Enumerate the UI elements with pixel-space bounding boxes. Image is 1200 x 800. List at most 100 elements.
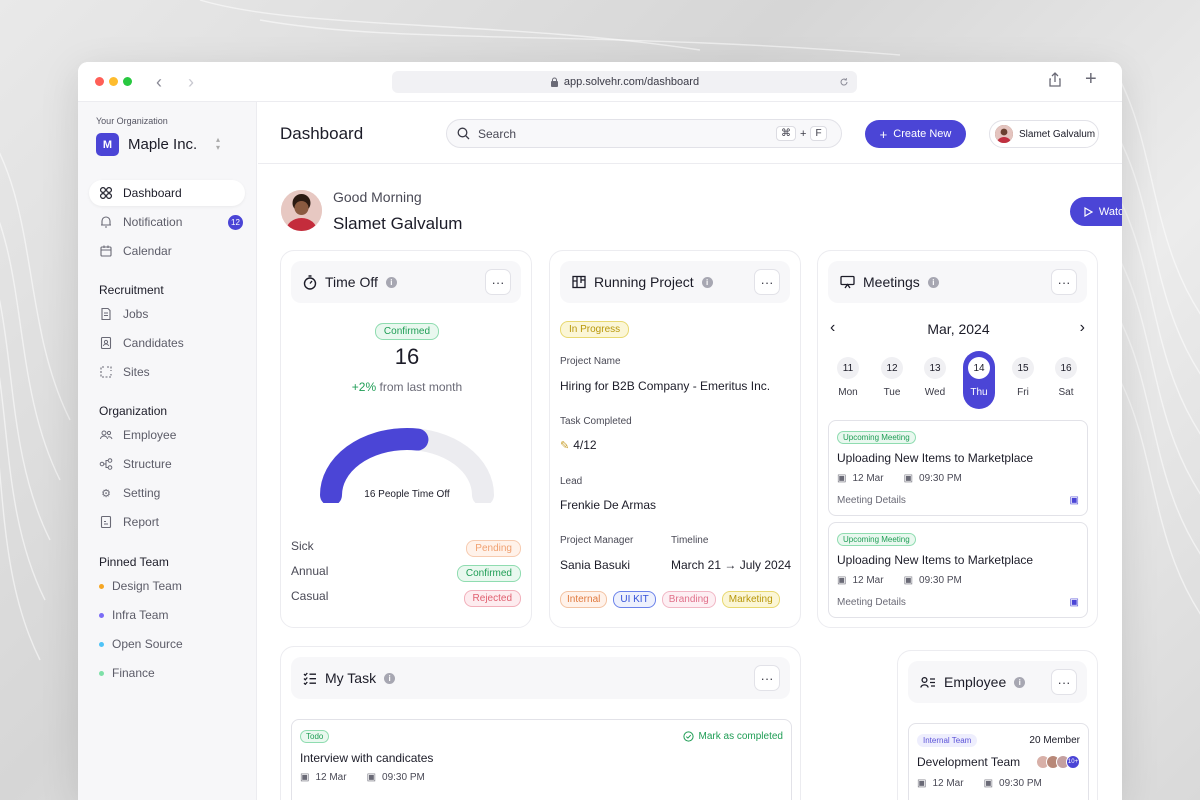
sidebar-item-structure[interactable]: Structure — [89, 451, 245, 477]
tag-ui-kit[interactable]: UI KIT — [613, 591, 656, 608]
sidebar-item-employee[interactable]: Employee — [89, 422, 245, 448]
meeting-details-link[interactable]: Meeting Details — [837, 495, 906, 506]
search-box[interactable]: ⌘ + F — [446, 119, 842, 148]
meeting-title: Uploading New Items to Marketplace — [837, 553, 1034, 567]
day-tue[interactable]: 12 Tue — [876, 357, 908, 398]
minimize-window-icon[interactable] — [109, 77, 118, 86]
calendar-icon — [100, 245, 112, 257]
sidebar-item-dashboard[interactable]: Dashboard — [89, 180, 245, 206]
greeting-salutation: Good Morning — [333, 189, 422, 205]
task-completed-label: Task Completed — [560, 416, 632, 427]
info-icon[interactable]: i — [701, 276, 713, 288]
task-item[interactable]: Todo Mark as completed Interview with ca… — [291, 719, 792, 800]
sidebar-item-notification[interactable]: Notification 12 — [89, 209, 245, 235]
sidebar-item-design-team[interactable]: Design Team — [89, 573, 245, 599]
tag-branding[interactable]: Branding — [661, 591, 716, 608]
structure-icon — [99, 458, 113, 470]
next-month-icon[interactable]: › — [1080, 319, 1085, 337]
share-icon[interactable] — [1048, 72, 1062, 88]
info-icon[interactable]: i — [927, 276, 939, 288]
sidebar-item-label: Open Source — [112, 637, 183, 651]
day-number: 14 — [968, 357, 990, 379]
day-mon[interactable]: 11 Mon — [832, 357, 864, 398]
back-arrow-icon[interactable]: ‹ — [156, 72, 162, 93]
meeting-badge: Upcoming Meeting — [837, 533, 916, 546]
org-switcher[interactable]: M Maple Inc. — [96, 133, 197, 156]
day-wed[interactable]: 13 Wed — [919, 357, 951, 398]
reload-icon[interactable] — [839, 77, 849, 87]
team-item[interactable]: Internal Team 20 Member Development Team… — [908, 723, 1089, 800]
sidebar-item-report[interactable]: Report — [89, 509, 245, 535]
maximize-window-icon[interactable] — [123, 77, 132, 86]
sidebar-item-label: Jobs — [123, 307, 149, 321]
org-label: Your Organization — [96, 116, 168, 126]
task-title: Interview with candicates — [300, 751, 434, 765]
section-title-recruitment: Recruitment — [99, 283, 164, 297]
search-input[interactable] — [478, 126, 768, 141]
leave-status-wrap: Pending — [466, 538, 521, 557]
leave-status-wrap: Confirmed — [456, 563, 521, 582]
close-window-icon[interactable] — [95, 77, 104, 86]
sidebar-item-finance[interactable]: Finance — [89, 660, 245, 686]
more-options-button[interactable]: ··· — [485, 269, 511, 295]
team-member-count: 20 Member — [1029, 735, 1080, 746]
team-time: 09:30 PM — [999, 778, 1042, 789]
tag-internal[interactable]: Internal — [560, 591, 608, 608]
sidebar-item-label: Setting — [123, 486, 161, 500]
sidebar-item-sites[interactable]: Sites — [89, 359, 245, 385]
meeting-item[interactable]: Upcoming Meeting Uploading New Items to … — [828, 420, 1088, 516]
more-options-button[interactable]: ··· — [1051, 269, 1077, 295]
sidebar-item-candidates[interactable]: Candidates — [89, 330, 245, 356]
more-options-button[interactable]: ··· — [1051, 669, 1077, 695]
sidebar-item-setting[interactable]: ⚙ Setting — [89, 480, 245, 506]
team-color-dot — [99, 583, 104, 589]
user-menu[interactable]: Slamet Galvalum — [989, 120, 1099, 148]
time-off-change: +2% from last month — [281, 380, 533, 394]
calendar-icon[interactable]: ▣ — [1070, 597, 1079, 608]
bell-icon — [101, 216, 111, 228]
tag-marketing[interactable]: Marketing — [721, 591, 780, 608]
team-avatars: 10+ — [1036, 755, 1080, 769]
sidebar-item-open-source[interactable]: Open Source — [89, 631, 245, 657]
card-header: My Task i ··· — [291, 657, 790, 699]
sidebar-item-calendar[interactable]: Calendar — [89, 238, 245, 264]
leave-status-badge: Confirmed — [456, 565, 521, 582]
sidebar-item-label: Employee — [123, 428, 177, 442]
more-options-button[interactable]: ··· — [754, 269, 780, 295]
card-header: Running Project i ··· — [560, 261, 790, 303]
info-icon[interactable]: i — [1014, 676, 1026, 688]
calendar-icon[interactable]: ▣ — [1070, 495, 1079, 506]
new-tab-icon[interactable]: + — [1085, 68, 1097, 91]
watch-demo-button[interactable]: Watch Demo — [1070, 197, 1122, 226]
forward-arrow-icon[interactable]: › — [188, 72, 194, 93]
team-color-dot — [99, 670, 104, 676]
more-options-button[interactable]: ··· — [754, 665, 780, 691]
my-task-card: My Task i ··· Todo Mark as completed Int… — [280, 646, 801, 800]
mark-completed-button[interactable]: Mark as completed — [682, 731, 783, 742]
user-avatar — [995, 125, 1013, 143]
info-icon[interactable]: i — [385, 276, 397, 288]
day-sat[interactable]: 16 Sat — [1050, 357, 1082, 398]
meeting-date: 12 Mar — [852, 473, 884, 484]
day-number: 13 — [924, 357, 946, 379]
sidebar-item-label: Calendar — [123, 244, 172, 258]
f-key: F — [810, 126, 827, 141]
chevron-updown-icon[interactable]: ▴ ▾ — [216, 136, 220, 152]
watch-demo-label: Watch Demo — [1098, 205, 1122, 218]
card-title: My Task — [325, 670, 377, 686]
report-icon — [100, 515, 112, 529]
calendar-icon: ▣ — [917, 778, 927, 789]
day-name: Tue — [883, 387, 901, 398]
info-icon[interactable]: i — [384, 672, 396, 684]
day-thu-selected[interactable]: 14 Thu — [963, 351, 995, 409]
check-circle-icon — [682, 731, 694, 742]
meeting-item[interactable]: Upcoming Meeting Uploading New Items to … — [828, 522, 1088, 618]
project-manager-label: Project Manager — [560, 535, 634, 546]
meeting-details-link[interactable]: Meeting Details — [837, 597, 906, 608]
profile-avatar — [281, 190, 322, 231]
sidebar-item-jobs[interactable]: Jobs — [89, 301, 245, 327]
address-bar[interactable]: app.solvehr.com/dashboard — [392, 71, 857, 93]
create-new-button[interactable]: + Create New — [865, 120, 966, 148]
day-fri[interactable]: 15 Fri — [1007, 357, 1039, 398]
sidebar-item-infra-team[interactable]: Infra Team — [89, 602, 245, 628]
